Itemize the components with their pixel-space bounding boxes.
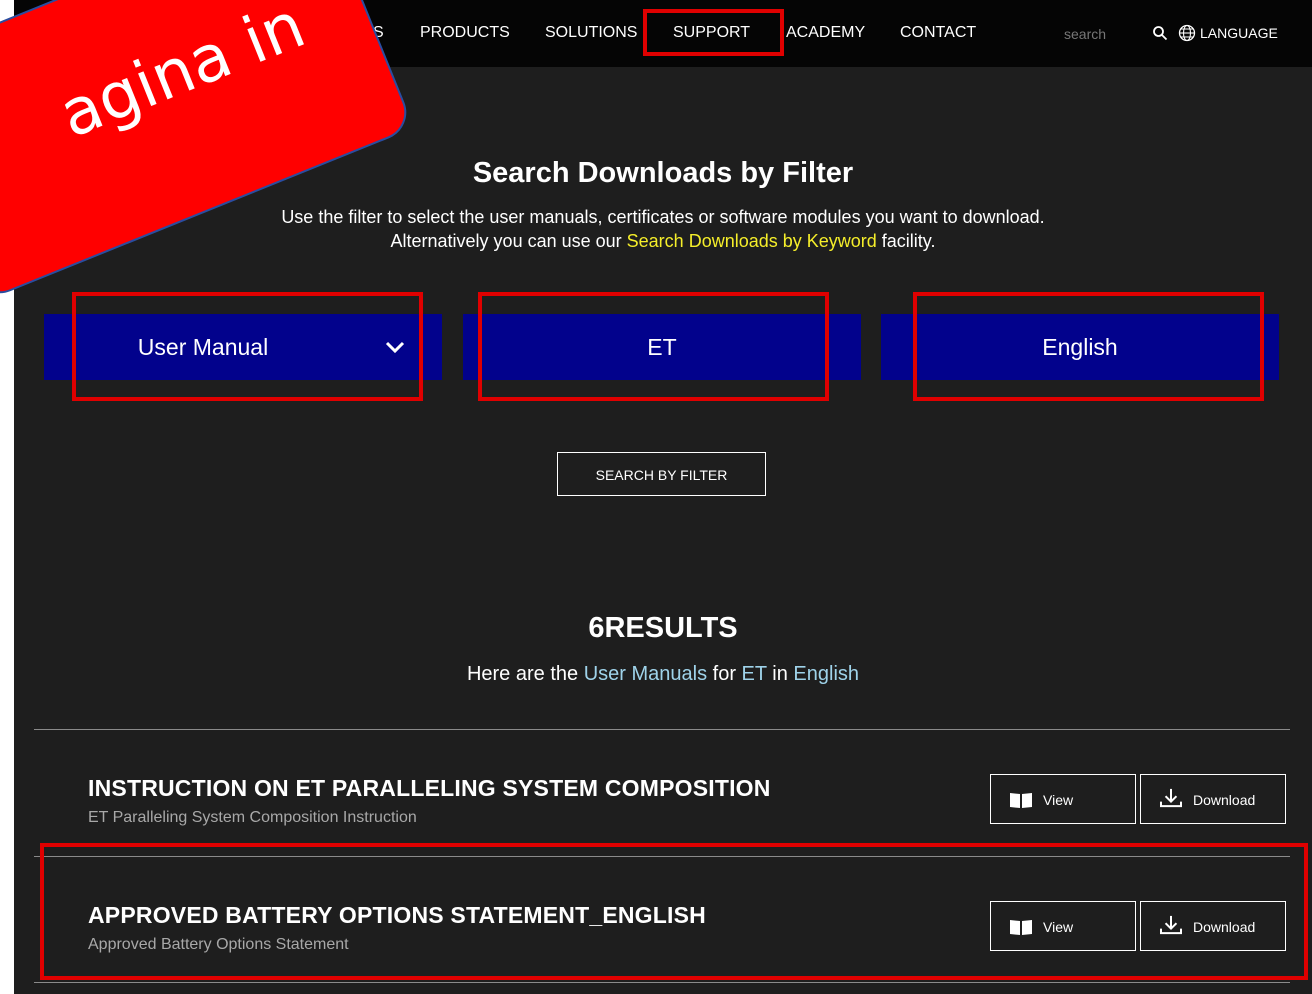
search-input[interactable]: search [1064, 26, 1106, 42]
results-summary-prefix: Here are the [466, 663, 584, 685]
results-type: User Manuals [583, 663, 708, 685]
results-summary-for: for [707, 663, 742, 685]
annotation-box-type-filter [72, 292, 423, 401]
view-button[interactable]: View [990, 774, 1136, 824]
row-divider [34, 982, 1290, 983]
book-icon [1010, 793, 1032, 808]
view-label: View [1043, 792, 1074, 808]
results-product: ET [741, 663, 767, 685]
description-line-2: Alternatively you can use our Search Dow… [14, 229, 1312, 253]
download-icon [1160, 788, 1182, 808]
results-language: English [793, 663, 860, 685]
page-description: Use the filter to select the user manual… [14, 205, 1312, 253]
download-button[interactable]: Download [1140, 774, 1286, 824]
description-line-2-suffix: facility. [876, 231, 936, 251]
results-summary: Here are the User Manuals for ET in Engl… [14, 663, 1312, 686]
download-label: Download [1193, 792, 1256, 808]
search-by-filter-button[interactable]: SEARCH BY FILTER [557, 452, 766, 496]
annotation-box-battery-document [40, 843, 1308, 980]
search-icon[interactable] [1152, 25, 1168, 41]
callout-sticker-text: agina in [49, 0, 315, 153]
document-title: INSTRUCTION ON ET PARALLELING SYSTEM COM… [88, 775, 771, 801]
annotation-box-product-filter [478, 292, 829, 401]
document-subtitle: ET Paralleling System Composition Instru… [88, 809, 417, 826]
nav-academy[interactable]: ACADEMY [786, 24, 865, 42]
results-summary-in: in [766, 663, 794, 685]
nav-products[interactable]: PRODUCTS [420, 24, 510, 42]
nav-contact[interactable]: CONTACT [900, 24, 976, 42]
annotation-box-language-filter [913, 292, 1264, 401]
language-selector[interactable]: LANGUAGE [1200, 25, 1278, 41]
results-count: 6RESULTS [588, 612, 738, 644]
annotation-box-support [643, 9, 784, 56]
globe-icon[interactable] [1178, 24, 1196, 42]
description-line-2-prefix: Alternatively you can use our [390, 231, 627, 251]
results-divider [34, 729, 1290, 730]
keyword-search-link[interactable]: Search Downloads by Keyword [627, 231, 877, 251]
nav-solutions[interactable]: SOLUTIONS [545, 24, 637, 42]
